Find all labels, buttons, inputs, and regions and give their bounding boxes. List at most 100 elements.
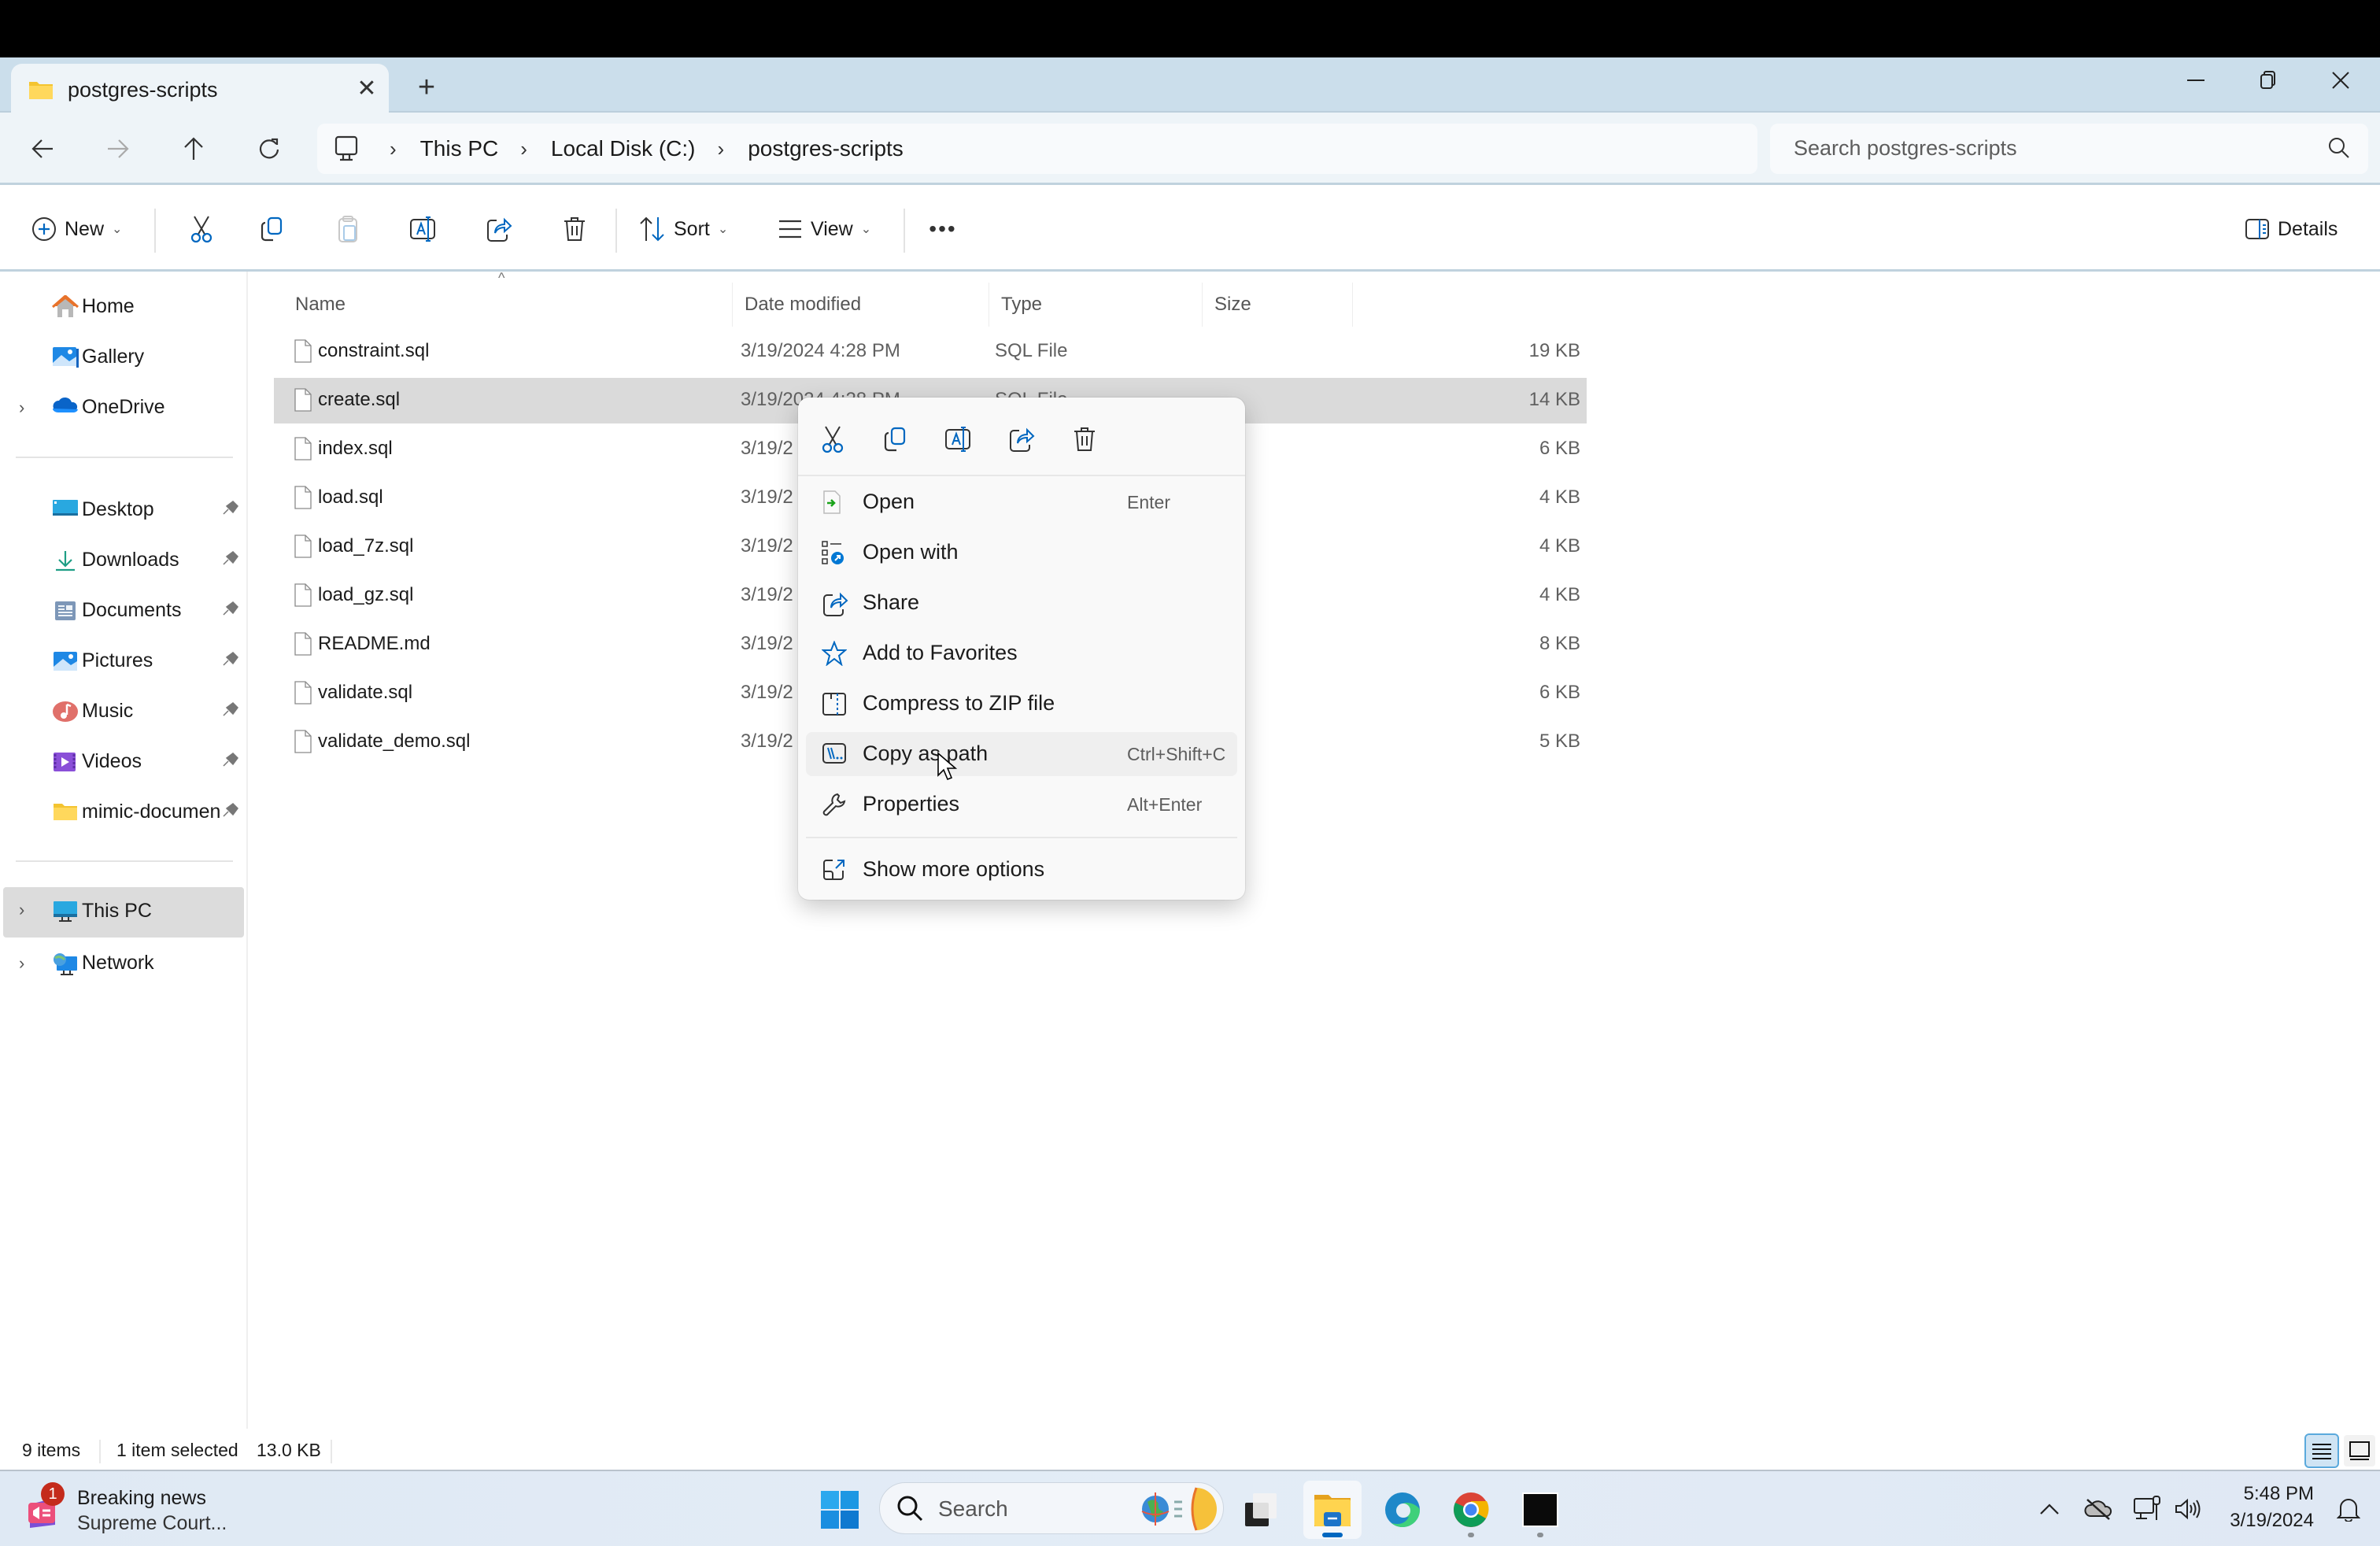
delete-button[interactable] [552, 207, 597, 251]
share-button[interactable] [477, 207, 521, 251]
details-view-toggle[interactable] [2304, 1433, 2339, 1468]
restore-button[interactable] [2237, 63, 2300, 98]
notifications-button[interactable] [2330, 1490, 2367, 1528]
context-share-button[interactable] [1001, 420, 1042, 459]
menu-item-open[interactable]: Open Enter [806, 480, 1237, 524]
sidebar-item-onedrive[interactable]: › OneDrive [0, 385, 244, 432]
taskbar-file-explorer[interactable] [1303, 1481, 1362, 1539]
minimize-button[interactable] [2164, 63, 2227, 98]
context-copy-button[interactable] [875, 420, 916, 459]
tiles-view-toggle[interactable] [2344, 1435, 2375, 1466]
taskbar-chrome[interactable] [1442, 1481, 1500, 1539]
start-button[interactable] [811, 1481, 869, 1539]
pin-icon[interactable] [222, 601, 239, 616]
clock[interactable]: 5:48 PM 3/19/2024 [2219, 1481, 2314, 1534]
up-button[interactable] [172, 130, 216, 168]
chevron-right-icon[interactable]: › [19, 398, 24, 418]
forward-button[interactable] [96, 130, 140, 168]
pin-icon[interactable] [222, 752, 239, 767]
sidebar-item-pictures[interactable]: Pictures [0, 638, 244, 686]
file-row[interactable]: constraint.sql 3/19/2024 4:28 PM SQL File 1… [274, 329, 1587, 375]
menu-item-label: Add to Favorites [863, 641, 1018, 664]
copy-button[interactable] [250, 207, 294, 251]
pin-icon[interactable] [222, 651, 239, 667]
breadcrumb-postgres-scripts[interactable]: postgres-scripts [748, 136, 904, 161]
sidebar-item-music[interactable]: Music [0, 689, 244, 736]
more-options-button[interactable]: ••• [921, 207, 965, 251]
rename-button[interactable] [401, 207, 445, 251]
refresh-button[interactable] [247, 130, 291, 168]
file-list: ^ Name Date modified Type Size constrain… [248, 270, 2380, 1464]
chevron-right-icon[interactable]: › [19, 900, 24, 920]
breadcrumb-this-pc[interactable]: This PC [420, 136, 499, 161]
taskbar-edge[interactable] [1373, 1481, 1432, 1539]
network-status-icon[interactable] [2128, 1490, 2166, 1528]
sidebar-item-desktop[interactable]: Desktop [0, 487, 244, 534]
sidebar-item-label: Network [82, 952, 154, 974]
context-delete-button[interactable] [1064, 420, 1105, 459]
search-placeholder: Search postgres-scripts [1794, 136, 2017, 160]
breadcrumb-separator[interactable]: › [718, 137, 725, 161]
new-button[interactable]: New ⌄ [31, 207, 122, 251]
sort-button[interactable]: Sort ⌄ [639, 207, 728, 251]
menu-item-open-with[interactable]: Open with [806, 531, 1237, 575]
context-rename-button[interactable] [938, 420, 979, 459]
file-size: 14 KB [1528, 389, 1580, 410]
sidebar-item-videos[interactable]: Videos [0, 739, 244, 786]
new-label: New [65, 217, 105, 240]
menu-item-compress-zip[interactable]: Compress to ZIP file [806, 682, 1237, 726]
windows-logo-icon [820, 1490, 859, 1529]
menu-item-copy-as-path[interactable]: Copy as path Ctrl+Shift+C [806, 732, 1237, 776]
pin-icon[interactable] [222, 500, 239, 516]
copy-path-icon [822, 742, 848, 768]
this-pc-icon [334, 135, 358, 162]
sidebar-item-label: OneDrive [82, 396, 165, 418]
new-tab-button[interactable]: + [409, 72, 444, 106]
paste-button[interactable] [326, 207, 370, 251]
sidebar-item-documents[interactable]: Documents [0, 588, 244, 635]
breadcrumb[interactable]: › This PC › Local Disk (C:) › postgres-s… [317, 124, 1757, 174]
menu-item-shortcut: Enter [1127, 492, 1170, 512]
menu-item-properties[interactable]: Properties Alt+Enter [806, 782, 1237, 827]
trash-icon [1073, 426, 1096, 453]
sidebar-item-mimic-documents[interactable]: mimic-documen [0, 790, 244, 837]
view-button[interactable]: View ⌄ [778, 207, 871, 251]
breadcrumb-separator[interactable]: › [520, 137, 527, 161]
column-header-size[interactable]: Size [1203, 283, 1353, 327]
sidebar-item-downloads[interactable]: Downloads [0, 538, 244, 585]
search-icon[interactable] [2327, 136, 2351, 160]
breadcrumb-separator[interactable]: › [390, 137, 397, 161]
menu-item-show-more-options[interactable]: Show more options [806, 848, 1237, 892]
column-header-date-modified[interactable]: Date modified [734, 283, 989, 327]
back-button[interactable] [20, 130, 65, 168]
documents-icon [52, 599, 79, 624]
close-window-button[interactable] [2309, 63, 2372, 98]
taskbar-search[interactable]: Search [879, 1482, 1224, 1534]
details-pane-button[interactable]: Details [2245, 207, 2338, 251]
column-header-name[interactable]: Name [284, 283, 733, 327]
sidebar-item-network[interactable]: › Network [0, 941, 244, 988]
cut-button[interactable] [179, 207, 224, 251]
chevron-right-icon[interactable]: › [19, 953, 24, 974]
context-cut-button[interactable] [812, 420, 853, 459]
sidebar-item-gallery[interactable]: Gallery [0, 335, 244, 382]
onedrive-status-icon[interactable] [2079, 1490, 2117, 1528]
tab-close-icon[interactable]: ✕ [353, 75, 381, 103]
taskbar-task-view[interactable] [1232, 1481, 1290, 1539]
pin-icon[interactable] [222, 550, 239, 566]
breadcrumb-local-disk[interactable]: Local Disk (C:) [551, 136, 696, 161]
search-input[interactable]: Search postgres-scripts [1770, 124, 2368, 174]
menu-item-add-to-favorites[interactable]: Add to Favorites [806, 631, 1237, 675]
sidebar-item-this-pc[interactable]: › This PC [3, 887, 244, 938]
menu-item-share[interactable]: Share [806, 581, 1237, 625]
column-header-type[interactable]: Type [990, 283, 1203, 327]
pin-icon[interactable] [222, 802, 239, 818]
news-widget[interactable]: 1 Breaking news Supreme Court... [24, 1478, 260, 1540]
volume-icon[interactable] [2169, 1490, 2207, 1528]
tab-postgres-scripts[interactable]: postgres-scripts ✕ [11, 64, 389, 114]
taskbar-terminal[interactable] [1511, 1481, 1569, 1539]
show-hidden-icons-button[interactable] [2031, 1490, 2068, 1528]
pin-icon[interactable] [222, 701, 239, 717]
sidebar-item-home[interactable]: Home [0, 284, 244, 331]
videos-icon [52, 750, 79, 775]
